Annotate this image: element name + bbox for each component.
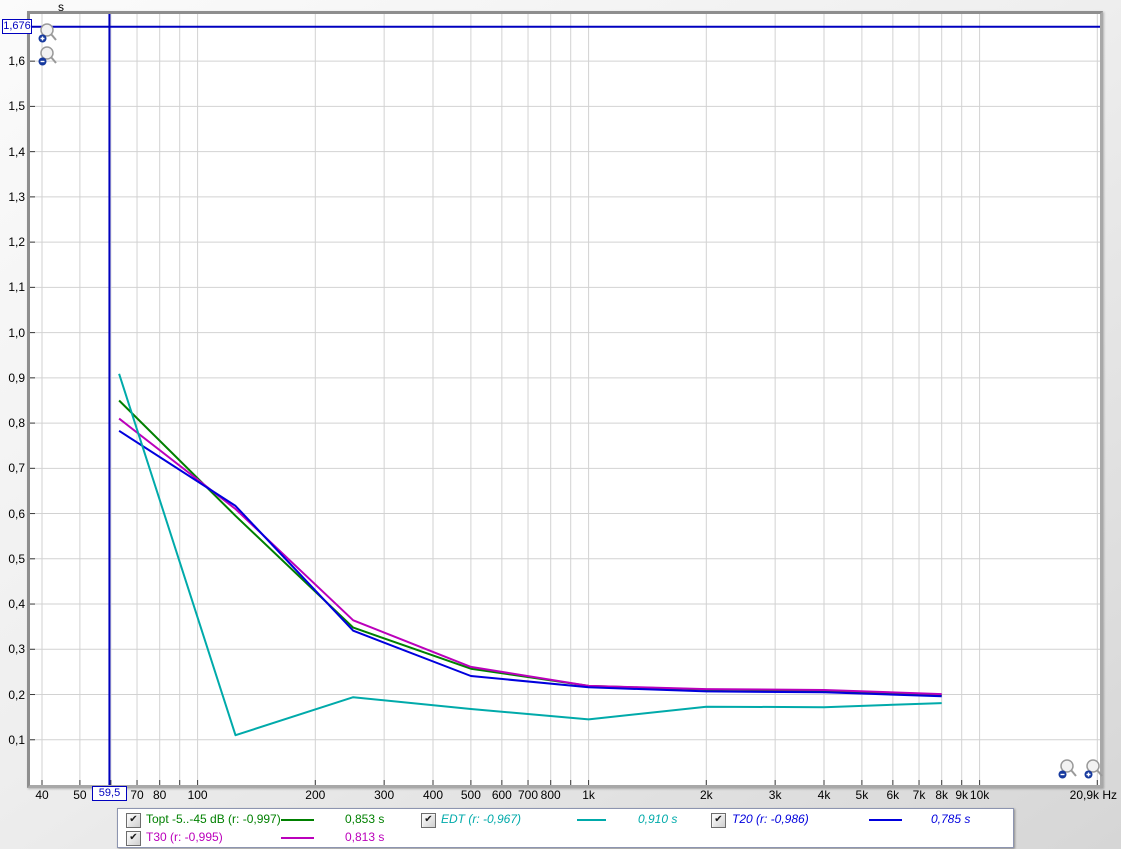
legend-checkbox-edt[interactable]: ✔ [421, 813, 436, 828]
series-curve-topt[interactable] [119, 401, 942, 696]
y-tick-label: 1,5 [0, 99, 25, 113]
y-tick-label: 1,2 [0, 235, 25, 249]
legend-swatch-t30 [281, 837, 314, 839]
x-tick-label: 5k [856, 788, 869, 802]
legend-swatch-edt [577, 819, 606, 821]
x-tick-label: 700 [518, 788, 538, 802]
legend-swatch-t20 [869, 819, 902, 821]
x-tick-label: 1k [582, 788, 595, 802]
x-tick-label: 800 [541, 788, 561, 802]
x-tick-label: 6k [887, 788, 900, 802]
y-tick-label: 1,0 [0, 326, 25, 340]
x-tick-label: 80 [153, 788, 166, 802]
zoom-out-x-button[interactable] [1055, 758, 1077, 781]
y-tick-label: 1,1 [0, 280, 25, 294]
x-tick-label: 400 [423, 788, 443, 802]
y-tick-label: 0,6 [0, 507, 25, 521]
x-tick-label: 10k [970, 788, 989, 802]
x-tick-label: 100 [188, 788, 208, 802]
rt60-chart [30, 14, 1100, 785]
y-tick-label: 0,4 [0, 597, 25, 611]
legend-value-edt: 0,910 s [638, 812, 677, 827]
legend-value-t20: 0,785 s [931, 812, 970, 827]
series-curve-t30[interactable] [119, 419, 942, 694]
x-tick-label: 500 [461, 788, 481, 802]
zoom-out-button[interactable] [35, 45, 57, 68]
legend-swatch-topt [281, 819, 314, 821]
legend-checkbox-t20[interactable]: ✔ [711, 813, 726, 828]
x-tick-label: 8k [935, 788, 948, 802]
y-tick-label: 0,9 [0, 371, 25, 385]
x-tick-label: 4k [818, 788, 831, 802]
cursor-frequency-readout[interactable]: 59,5 [92, 786, 127, 801]
x-tick-label: 200 [305, 788, 325, 802]
chart-plot-area[interactable] [27, 11, 1103, 788]
y-tick-label: 1,4 [0, 145, 25, 159]
y-tick-label: 0,5 [0, 552, 25, 566]
x-tick-label: 7k [913, 788, 926, 802]
legend-label-t20: T20 (r: -0,986) [732, 812, 809, 827]
legend-panel: ✔ Topt -5..-45 dB (r: -0,997) 0,853 s ✔ … [117, 808, 1014, 848]
y-tick-label: 0,7 [0, 461, 25, 475]
app-window: s [0, 0, 1121, 849]
x-tick-label: 50 [73, 788, 86, 802]
legend-label-topt: Topt -5..-45 dB (r: -0,997) [146, 812, 281, 827]
zoom-in-button[interactable] [35, 22, 57, 45]
y-tick-label: 0,3 [0, 642, 25, 656]
y-tick-label: 1,3 [0, 190, 25, 204]
x-tick-label: 2k [700, 788, 713, 802]
cursor-time-readout[interactable]: 1,676 [2, 19, 32, 34]
x-tick-label: 40 [35, 788, 48, 802]
legend-checkbox-t30[interactable]: ✔ [126, 831, 141, 846]
x-tick-label: 3k [769, 788, 782, 802]
y-tick-label: 0,1 [0, 733, 25, 747]
legend-checkbox-topt[interactable]: ✔ [126, 813, 141, 828]
y-tick-label: 0,8 [0, 416, 25, 430]
legend-value-t30: 0,813 s [345, 830, 384, 845]
x-tick-label: 600 [492, 788, 512, 802]
zoom-in-x-button[interactable] [1081, 758, 1103, 781]
series-curve-t20[interactable] [119, 431, 942, 697]
legend-label-edt: EDT (r: -0,967) [441, 812, 521, 827]
x-tick-label: 9k [955, 788, 968, 802]
legend-value-topt: 0,853 s [345, 812, 384, 827]
x-tick-label: 300 [374, 788, 394, 802]
y-tick-label: 0,2 [0, 688, 25, 702]
y-tick-label: 1,6 [0, 54, 25, 68]
x-tick-label: 70 [130, 788, 143, 802]
x-tick-label: 20,9k Hz [1070, 788, 1117, 802]
legend-label-t30: T30 (r: -0,995) [146, 830, 223, 845]
